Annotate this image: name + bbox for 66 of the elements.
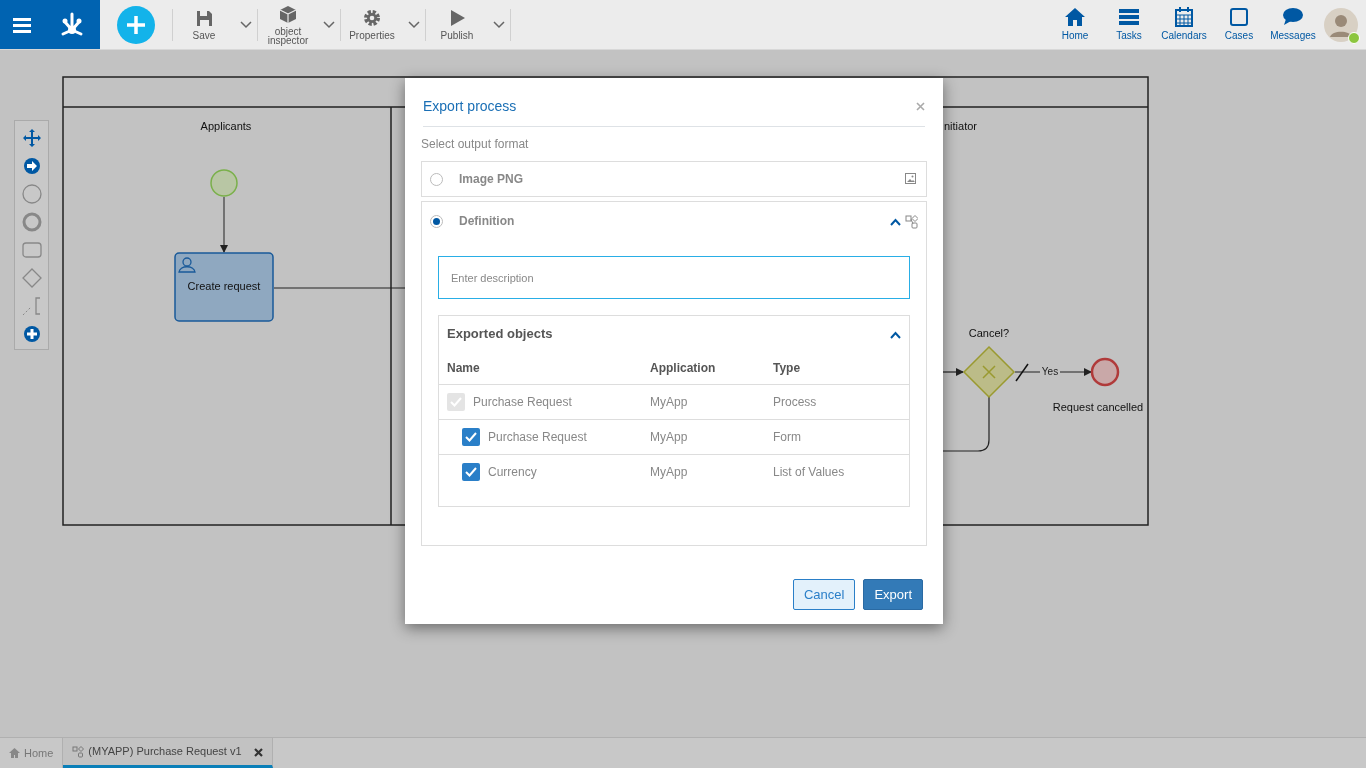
toolbar-button[interactable]: Properties xyxy=(341,9,403,40)
flow-line xyxy=(942,396,990,452)
toolbar-button[interactable]: Save xyxy=(173,9,235,40)
column-header: Type xyxy=(773,360,801,377)
flow-arrow xyxy=(942,368,964,376)
table-cell-text: MyApp xyxy=(650,464,689,481)
flow-arrow xyxy=(220,196,228,253)
calendar-icon xyxy=(1173,6,1195,28)
flow-label: Yes xyxy=(1041,366,1059,377)
lane-label: Applicants xyxy=(200,120,252,132)
option-label[interactable]: Image PNG xyxy=(459,170,905,188)
move-icon[interactable] xyxy=(22,128,41,147)
plus-circle-icon[interactable] xyxy=(22,324,41,343)
tab[interactable]: (MYAPP) Purchase Request v1 xyxy=(63,738,273,768)
object-name: Currency xyxy=(488,464,537,481)
table-cell-text: List of Values xyxy=(773,464,845,481)
object-name: Purchase Request xyxy=(473,394,572,411)
close-icon xyxy=(916,102,925,112)
caret-icon[interactable] xyxy=(239,20,253,31)
gateway-label: Cancel? xyxy=(968,327,1010,339)
column-header: Application xyxy=(650,360,717,377)
gear-icon xyxy=(363,9,381,27)
end-event-label: Request cancelled xyxy=(1052,401,1144,413)
shapes-icon xyxy=(905,214,918,229)
option-label[interactable]: Definition xyxy=(459,212,890,230)
export-button[interactable]: Export xyxy=(863,578,923,610)
home-icon xyxy=(9,748,20,758)
table-cell-text: MyApp xyxy=(650,394,689,411)
nav-link[interactable]: Home xyxy=(1048,0,1102,49)
dialog-title: Export process xyxy=(423,96,517,116)
caret-icon[interactable] xyxy=(407,20,421,31)
exclusive-gateway xyxy=(962,345,1016,399)
stacked-bars-icon xyxy=(1118,6,1140,28)
object-name: Purchase Request xyxy=(488,429,587,446)
panel-title: Exported objects xyxy=(447,325,553,344)
shapes-icon xyxy=(72,745,85,758)
end-event xyxy=(1090,357,1120,387)
picture-icon xyxy=(905,172,918,187)
menu-icon[interactable] xyxy=(13,16,31,33)
description-field[interactable]: Enter description xyxy=(438,256,910,299)
nav-link[interactable]: Tasks xyxy=(1102,0,1156,49)
toolbar-button[interactable]: object inspector xyxy=(258,4,318,45)
column-header: Name xyxy=(447,360,481,377)
avatar-silhouette[interactable] xyxy=(1324,7,1358,42)
nav-link[interactable]: Messages xyxy=(1266,0,1320,49)
toolbar-button[interactable]: Publish xyxy=(426,9,488,40)
play-icon xyxy=(448,9,466,27)
caret-icon[interactable] xyxy=(492,20,506,31)
chevron-up-icon xyxy=(890,217,901,226)
table-cell-text: Form xyxy=(773,429,801,446)
start-event xyxy=(210,169,238,197)
caret-icon[interactable] xyxy=(322,20,336,31)
cancel-button[interactable]: Cancel xyxy=(792,578,856,610)
nav-link[interactable]: Calendars xyxy=(1156,0,1212,49)
table-cell-text: MyApp xyxy=(650,429,689,446)
arrow-circle-icon[interactable] xyxy=(22,156,41,175)
nav-link[interactable]: Cases xyxy=(1212,0,1266,49)
lane-label: nitiator xyxy=(944,120,978,132)
task-label: Create request xyxy=(187,280,261,292)
home-icon xyxy=(1064,6,1086,28)
chevron-up-icon xyxy=(890,330,901,339)
speech-bubble-icon xyxy=(1282,6,1304,28)
table-cell-text: Process xyxy=(773,394,817,411)
cube-icon xyxy=(279,4,297,23)
format-prompt: Select output format xyxy=(421,136,530,153)
square-icon xyxy=(1228,6,1250,28)
